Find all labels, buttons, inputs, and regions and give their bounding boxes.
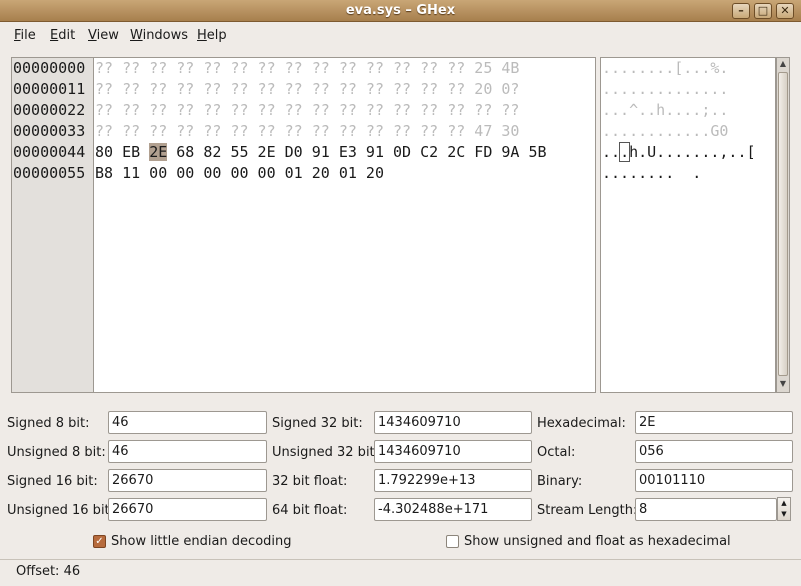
menu-help-label: elp <box>206 28 227 43</box>
ascii-row[interactable]: ............G0 <box>601 121 775 142</box>
scroll-thumb[interactable] <box>778 72 788 376</box>
signed-16-bit-label: Signed 16 bit: <box>7 474 98 489</box>
menu-view[interactable]: View <box>88 28 119 43</box>
menu-edit-label: dit <box>58 28 76 43</box>
unsigned-hex-label: Show unsigned and float as hexadecimal <box>464 534 731 549</box>
hex-bytes[interactable]: 80 EB <box>95 143 149 161</box>
ascii-view[interactable]: ........[...%. .............. ...^..h...… <box>600 57 776 393</box>
ascii-chars[interactable]: .. <box>602 143 620 161</box>
ascii-row-current[interactable]: ...h.U.......,..[ <box>601 142 775 163</box>
hex-row[interactable]: ?? ?? ?? ?? ?? ?? ?? ?? ?? ?? ?? ?? ?? ?… <box>94 58 595 79</box>
octal-field[interactable]: 056 <box>635 440 793 463</box>
unsigned-16-bit-field[interactable]: 26670 <box>108 498 267 521</box>
float-64-bit-label: 64 bit float: <box>272 503 348 518</box>
menu-file[interactable]: File <box>14 28 36 43</box>
binary-label: Binary: <box>537 474 583 489</box>
unsigned-16-bit-label: Unsigned 16 bit: <box>7 503 115 518</box>
hexadecimal-label: Hexadecimal: <box>537 416 626 431</box>
little-endian-checkbox[interactable]: ✓ <box>93 535 106 548</box>
status-bar: Offset: 46 <box>0 559 801 586</box>
signed-8-bit-label: Signed 8 bit: <box>7 416 90 431</box>
unsigned-8-bit-label: Unsigned 8 bit: <box>7 445 106 460</box>
menu-help[interactable]: Help <box>197 28 227 43</box>
spinner-arrows-icon[interactable]: ▲ ▼ <box>777 497 791 521</box>
title-bar: eva.sys – GHex – □ ✕ <box>0 0 801 22</box>
ascii-row[interactable]: ...^..h....;.. <box>601 100 775 121</box>
offset-label: 00000044 <box>13 143 86 161</box>
offset-column: 00000000 00000011 00000022 00000033 0000… <box>11 57 93 393</box>
hex-row[interactable]: B8 11 00 00 00 00 00 01 20 01 20 <box>94 163 595 184</box>
offset-label: 00000011 <box>13 80 86 98</box>
stream-length-spinner[interactable]: 8 <box>635 498 777 521</box>
float-32-bit-field[interactable]: 1.792299e+13 <box>374 469 532 492</box>
float-64-bit-field[interactable]: -4.302488e+171 <box>374 498 532 521</box>
unsigned-32-bit-label: Unsigned 32 bit: <box>272 445 380 460</box>
window-title: eva.sys – GHex <box>345 3 456 18</box>
menu-help-mnemonic: H <box>197 28 207 43</box>
ascii-row[interactable]: ........ . <box>601 163 775 184</box>
stream-length-label: Stream Length: <box>537 503 638 518</box>
ascii-cursor-char[interactable]: . <box>619 142 631 162</box>
menu-file-label: ile <box>20 28 36 43</box>
menu-windows-mnemonic: W <box>130 28 143 43</box>
hex-row[interactable]: ?? ?? ?? ?? ?? ?? ?? ?? ?? ?? ?? ?? ?? ?… <box>94 79 595 100</box>
hex-view[interactable]: ?? ?? ?? ?? ?? ?? ?? ?? ?? ?? ?? ?? ?? ?… <box>93 57 596 393</box>
unsigned-8-bit-field[interactable]: 46 <box>108 440 267 463</box>
ascii-row[interactable]: .............. <box>601 79 775 100</box>
menu-edit-mnemonic: E <box>50 28 59 43</box>
hex-row-current[interactable]: 80 EB 2E 68 82 55 2E D0 91 E3 91 0D C2 2… <box>94 142 595 163</box>
offset-label: 00000022 <box>13 101 86 119</box>
hex-bytes[interactable]: 68 82 55 2E D0 91 E3 91 0D C2 2C FD 9A 5… <box>167 143 546 161</box>
octal-label: Octal: <box>537 445 576 460</box>
signed-32-bit-label: Signed 32 bit: <box>272 416 363 431</box>
hexadecimal-field[interactable]: 2E <box>635 411 793 434</box>
unsigned-hex-checkbox[interactable] <box>446 535 459 548</box>
menu-view-label: iew <box>96 28 119 43</box>
binary-field[interactable]: 00101110 <box>635 469 793 492</box>
signed-16-bit-field[interactable]: 26670 <box>108 469 267 492</box>
scroll-up-arrow-icon[interactable]: ▲ <box>778 59 788 71</box>
offset-label: 00000055 <box>13 164 86 182</box>
menu-edit[interactable]: Edit <box>50 28 75 43</box>
minimize-button[interactable]: – <box>732 3 750 19</box>
close-button[interactable]: ✕ <box>776 3 794 19</box>
menu-windows-label: indows <box>142 28 189 43</box>
offset-label: 00000000 <box>13 59 86 77</box>
signed-8-bit-field[interactable]: 46 <box>108 411 267 434</box>
menu-view-mnemonic: V <box>88 28 97 43</box>
signed-32-bit-field[interactable]: 1434609710 <box>374 411 532 434</box>
hex-cursor-byte[interactable]: 2E <box>149 143 168 161</box>
unsigned-32-bit-field[interactable]: 1434609710 <box>374 440 532 463</box>
menu-windows[interactable]: Windows <box>130 28 188 43</box>
ascii-row[interactable]: ........[...%. <box>601 58 775 79</box>
maximize-button[interactable]: □ <box>754 3 772 19</box>
offset-label: 00000033 <box>13 122 86 140</box>
hex-row[interactable]: ?? ?? ?? ?? ?? ?? ?? ?? ?? ?? ?? ?? ?? ?… <box>94 100 595 121</box>
ascii-chars[interactable]: h.U.......,..[ <box>629 143 755 161</box>
menu-bar: File Edit View Windows Help <box>0 22 801 48</box>
little-endian-label: Show little endian decoding <box>111 534 292 549</box>
hex-row[interactable]: ?? ?? ?? ?? ?? ?? ?? ?? ?? ?? ?? ?? ?? ?… <box>94 121 595 142</box>
vertical-scrollbar[interactable]: ▲ ▼ <box>776 57 790 393</box>
scroll-down-arrow-icon[interactable]: ▼ <box>778 379 788 391</box>
float-32-bit-label: 32 bit float: <box>272 474 348 489</box>
offset-status: Offset: 46 <box>16 564 81 579</box>
